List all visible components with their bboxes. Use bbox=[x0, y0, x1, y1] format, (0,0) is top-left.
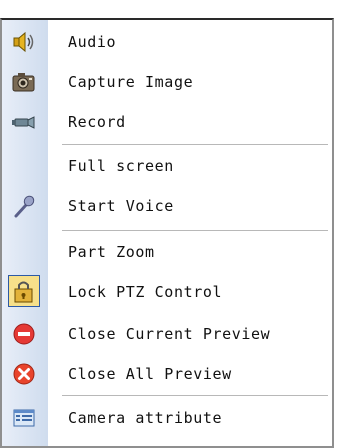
close-all-icon bbox=[10, 360, 38, 388]
menu-item-lock-ptz-control[interactable]: Lock PTZ Control bbox=[2, 272, 332, 312]
menu-item-label: Capture Image bbox=[68, 73, 194, 91]
menu-item-audio[interactable]: Audio bbox=[2, 22, 332, 62]
close-current-icon bbox=[10, 320, 38, 348]
menu-item-close-all-preview[interactable]: Close All Preview bbox=[2, 354, 332, 394]
menu-separator bbox=[62, 395, 328, 396]
menu-item-label: Camera attribute bbox=[68, 409, 223, 427]
menu-separator bbox=[62, 144, 328, 145]
menu-item-label: Lock PTZ Control bbox=[68, 283, 223, 301]
attribute-icon bbox=[10, 404, 38, 432]
menu-item-label: Full screen bbox=[68, 157, 174, 175]
menu-item-start-voice[interactable]: Start Voice bbox=[2, 186, 332, 226]
menu-item-camera-attribute[interactable]: Camera attribute bbox=[2, 398, 332, 438]
menu-item-label: Part Zoom bbox=[68, 243, 155, 261]
menu-item-capture-image[interactable]: Capture Image bbox=[2, 62, 332, 102]
camera-icon bbox=[10, 68, 38, 96]
menu-item-label: Close Current Preview bbox=[68, 325, 271, 343]
menu-item-full-screen[interactable]: Full screen bbox=[2, 146, 332, 186]
speaker-icon bbox=[10, 28, 38, 56]
microphone-icon bbox=[10, 192, 38, 220]
menu-item-label: Record bbox=[68, 113, 126, 131]
menu-item-record[interactable]: Record bbox=[2, 102, 332, 142]
menu-item-label: Start Voice bbox=[68, 197, 174, 215]
video-camera-icon bbox=[10, 108, 38, 136]
lock-ptz-icon bbox=[10, 278, 38, 306]
menu-item-close-current-preview[interactable]: Close Current Preview bbox=[2, 314, 332, 354]
menu-item-label: Close All Preview bbox=[68, 365, 232, 383]
context-menu: Audio Capture Image Record Full screen S… bbox=[0, 18, 334, 448]
menu-item-part-zoom[interactable]: Part Zoom bbox=[2, 232, 332, 272]
menu-item-label: Audio bbox=[68, 33, 117, 51]
menu-separator bbox=[62, 230, 328, 231]
window-edge bbox=[0, 0, 338, 18]
